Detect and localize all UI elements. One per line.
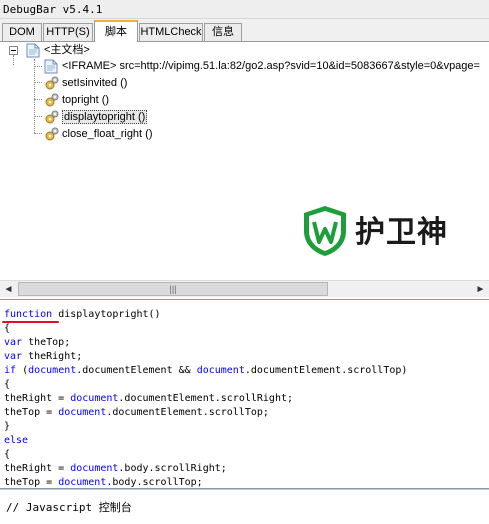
horizontal-scrollbar[interactable]: ◄ ||| ► (0, 280, 489, 297)
tree-line (34, 59, 35, 133)
code-line: theRight = document.documentElement.scro… (4, 393, 294, 404)
code-line: if (document.documentElement && document… (4, 365, 408, 376)
tree-item-label: close_float_right () (62, 128, 153, 140)
code-line: function displaytopright() (4, 309, 161, 320)
tree-item-close-float-right[interactable]: close_float_right () (44, 126, 153, 143)
code-keyword: else (4, 435, 29, 446)
keyword-underline (2, 321, 59, 323)
code-line: theTop = document.documentElement.scroll… (4, 407, 269, 418)
gear-icon (45, 110, 59, 124)
code-line: } (4, 421, 11, 432)
tab-htmlcheck[interactable]: HTMLCheck (139, 23, 203, 41)
code-line: { (4, 323, 11, 334)
gear-icon (45, 127, 59, 141)
tree-item-label: displaytopright () (62, 110, 148, 124)
document-icon (26, 43, 40, 58)
tree-line (34, 133, 42, 134)
tree-item-label: topright () (62, 94, 110, 106)
code-line: else (4, 434, 28, 448)
gear-icon (45, 76, 59, 90)
tree-line (34, 82, 42, 83)
tree-item-displaytopright[interactable]: displaytopright () (44, 109, 148, 126)
code-keyword: function (4, 309, 53, 320)
tree-item-topright[interactable]: topright () (44, 92, 109, 109)
tree-root-label: <主文档> (44, 44, 90, 56)
tree-root[interactable]: <主文档> (26, 42, 90, 59)
tab-http[interactable]: HTTP(S) (43, 23, 93, 41)
code-keyword: if (4, 365, 17, 376)
gear-icon (45, 93, 59, 107)
tab-script[interactable]: 脚本 (94, 20, 138, 42)
code-line: { (4, 449, 11, 460)
watermark-text: 护卫神 (355, 215, 448, 250)
tab-dom[interactable]: DOM (2, 23, 42, 41)
scroll-right-button[interactable]: ► (473, 282, 488, 297)
tree-line (34, 99, 42, 100)
code-line: var theRight; (4, 351, 83, 362)
console-input[interactable]: // Javascript 控制台 (6, 499, 132, 515)
collapse-toggle[interactable] (9, 46, 18, 55)
document-icon (44, 59, 58, 74)
tree-item-iframe[interactable]: <IFRAME> src=http://vipimg.51.la:82/go2.… (44, 58, 480, 75)
tree-line (13, 55, 14, 65)
tree-line (34, 66, 42, 67)
code-line: var theTop; (4, 337, 71, 348)
code-line: theTop = document.body.scrollTop; (4, 477, 203, 488)
code-keyword: var (4, 337, 23, 348)
code-line: { (4, 379, 11, 390)
tab-bar: DOM HTTP(S) 脚本 HTMLCheck 信息 (0, 19, 489, 42)
script-source-view[interactable]: function displaytopright() { var theTop;… (0, 299, 489, 489)
code-keyword: var (4, 351, 23, 362)
tree-item-label: setIsinvited () (62, 77, 128, 89)
tree-item-label: <IFRAME> src=http://vipimg.51.la:82/go2.… (62, 60, 480, 72)
scroll-thumb[interactable]: ||| (18, 282, 328, 296)
javascript-console[interactable]: // Javascript 控制台 (0, 489, 489, 524)
tree-item-setisinvited[interactable]: setIsinvited () (44, 75, 127, 92)
scroll-left-button[interactable]: ◄ (1, 282, 16, 297)
code-line: theRight = document.body.scrollRight; (4, 463, 227, 474)
window-title: DebugBar v5.4.1 (0, 0, 489, 19)
shield-logo-icon (304, 206, 346, 256)
tab-info[interactable]: 信息 (204, 23, 242, 41)
tree-line (34, 116, 42, 117)
